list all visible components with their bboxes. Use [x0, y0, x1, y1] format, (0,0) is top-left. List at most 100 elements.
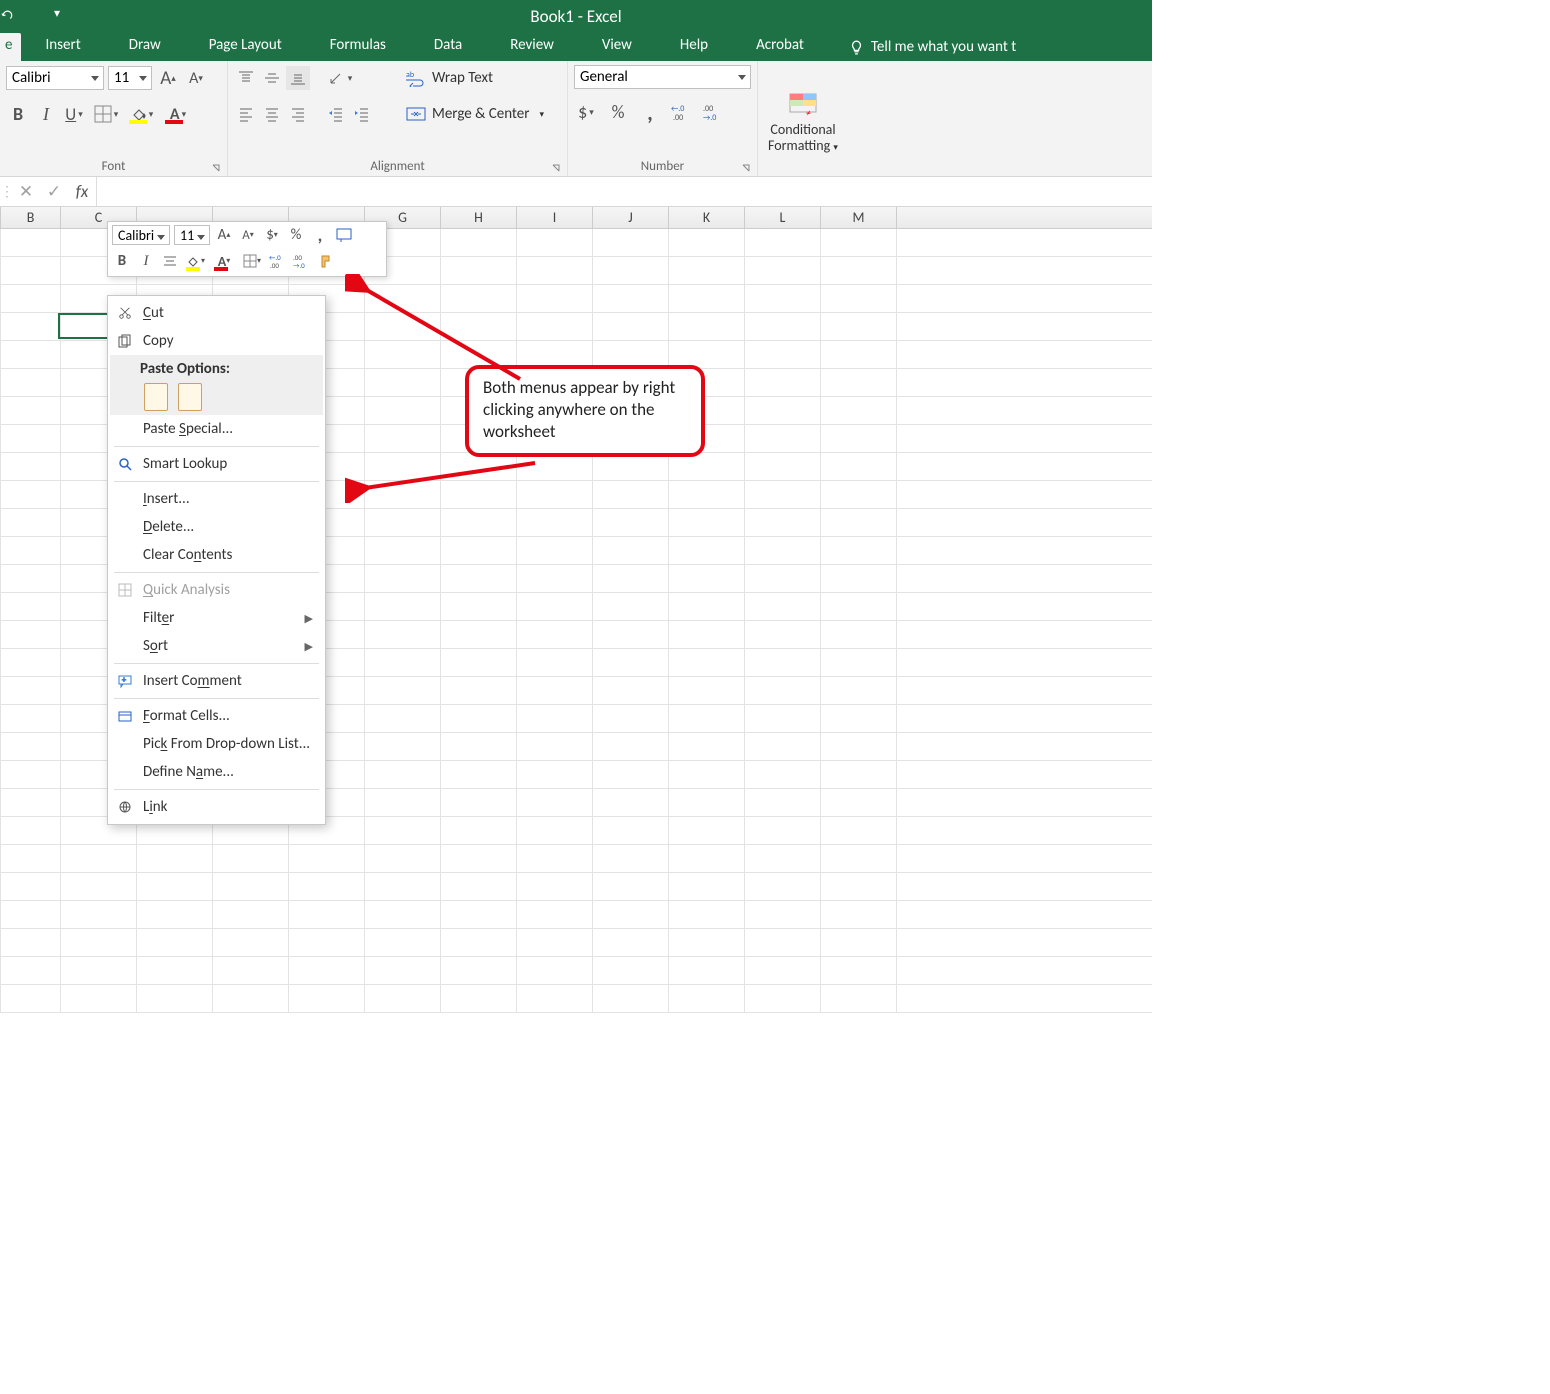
ctx-smart-lookup[interactable]: Smart Lookup: [110, 450, 323, 478]
fx-icon[interactable]: fx: [68, 181, 96, 202]
mini-decrease-decimal-icon[interactable]: .00→.0: [292, 249, 312, 273]
tab-page-layout[interactable]: Page Layout: [185, 33, 306, 61]
ctx-cut[interactable]: Cut: [110, 299, 323, 327]
grid-row[interactable]: [0, 929, 1152, 957]
mini-percent-icon[interactable]: %: [286, 223, 306, 247]
mini-bold-icon[interactable]: B: [112, 249, 132, 273]
grid-row[interactable]: [0, 873, 1152, 901]
search-icon: [116, 455, 134, 473]
ctx-define-name[interactable]: Define Name...: [110, 758, 323, 786]
quick-analysis-icon: [116, 581, 134, 599]
ctx-quick-analysis: Quick Analysis: [110, 576, 323, 604]
paste-option-1-icon[interactable]: [144, 383, 168, 411]
ctx-pick-from-list[interactable]: Pick From Drop-down List...: [110, 730, 323, 758]
wrap-text-button[interactable]: ab Wrap Text: [400, 65, 550, 91]
column-header[interactable]: I: [517, 207, 593, 228]
tab-formulas[interactable]: Formulas: [306, 33, 410, 61]
column-header[interactable]: K: [669, 207, 745, 228]
font-dialog-launcher-icon[interactable]: [211, 163, 221, 173]
tab-draw[interactable]: Draw: [105, 33, 185, 61]
font-name-combo[interactable]: Calibri: [6, 66, 104, 90]
mini-font-size-combo[interactable]: 11: [174, 225, 210, 245]
mini-italic-icon[interactable]: I: [136, 249, 156, 273]
mini-align-center-icon[interactable]: [160, 249, 180, 273]
column-header[interactable]: B: [1, 207, 61, 228]
mini-font-name-combo[interactable]: Calibri: [112, 225, 170, 245]
bold-icon[interactable]: B: [6, 102, 30, 126]
increase-decimal-icon[interactable]: ←.0.00: [670, 100, 694, 124]
wrap-text-label: Wrap Text: [432, 69, 493, 87]
accounting-format-icon[interactable]: $▾: [574, 100, 598, 124]
increase-indent-icon[interactable]: [350, 102, 374, 126]
column-header[interactable]: M: [821, 207, 897, 228]
orientation-icon[interactable]: ▾: [324, 66, 356, 90]
ctx-insert-comment[interactable]: + Insert Comment: [110, 667, 323, 695]
ctx-clear-contents[interactable]: Clear Contents: [110, 541, 323, 569]
grid-row[interactable]: [0, 957, 1152, 985]
tab-acrobat[interactable]: Acrobat: [732, 33, 828, 61]
tab-data[interactable]: Data: [410, 33, 486, 61]
mini-borders-icon[interactable]: ▾: [240, 249, 264, 273]
increase-font-size-icon[interactable]: A▴: [156, 66, 180, 90]
mini-format-painter-like-icon[interactable]: [334, 223, 354, 247]
font-size-combo[interactable]: 11: [108, 66, 152, 90]
font-color-icon[interactable]: A ▾: [162, 102, 194, 126]
align-top-icon[interactable]: [234, 66, 258, 90]
confirm-icon[interactable]: ✓: [40, 181, 68, 202]
tab-insert[interactable]: Insert: [21, 33, 104, 61]
grid-row[interactable]: [0, 845, 1152, 873]
mini-increase-decimal-icon[interactable]: ←.0.00: [268, 249, 288, 273]
mini-comma-icon[interactable]: ,: [310, 223, 330, 247]
cancel-icon[interactable]: ✕: [12, 181, 40, 202]
grid-row[interactable]: [0, 985, 1152, 1013]
ctx-link[interactable]: Link: [110, 793, 323, 821]
decrease-decimal-icon[interactable]: .00→.0: [702, 100, 726, 124]
align-center-icon[interactable]: [260, 102, 284, 126]
tell-me-search[interactable]: Tell me what you want t: [828, 33, 1016, 61]
tab-help[interactable]: Help: [656, 33, 732, 61]
mini-fill-color-icon[interactable]: ▾: [184, 249, 208, 273]
number-dialog-launcher-icon[interactable]: [741, 163, 751, 173]
ctx-filter[interactable]: Filter▶: [110, 604, 323, 632]
title-bar: ▾ Book1 - Excel: [0, 0, 1152, 33]
align-middle-icon[interactable]: [260, 66, 284, 90]
ctx-copy[interactable]: Copy: [110, 327, 323, 355]
percent-format-icon[interactable]: %: [606, 100, 630, 124]
ctx-paste-special[interactable]: Paste Special...: [110, 415, 323, 443]
column-header[interactable]: H: [441, 207, 517, 228]
mini-accounting-icon[interactable]: $▾: [262, 223, 282, 247]
tab-review[interactable]: Review: [486, 33, 578, 61]
formula-bar-handle-icon[interactable]: ⋮: [0, 183, 12, 200]
align-left-icon[interactable]: [234, 102, 258, 126]
merge-center-button[interactable]: Merge & Center ▾: [400, 101, 550, 127]
borders-icon[interactable]: ▾: [90, 102, 122, 126]
grid-row[interactable]: [0, 901, 1152, 929]
align-right-icon[interactable]: [286, 102, 310, 126]
comma-format-icon[interactable]: ,: [638, 100, 662, 124]
ctx-delete[interactable]: Delete...: [110, 513, 323, 541]
group-font-label: Font: [102, 159, 126, 174]
conditional-formatting-button[interactable]: ≠ Conditional Formatting ▾: [764, 65, 842, 153]
comment-icon: +: [116, 672, 134, 690]
underline-icon[interactable]: U▾: [62, 102, 86, 126]
paste-option-2-icon[interactable]: [178, 383, 202, 411]
tab-home-active[interactable]: e: [0, 33, 21, 61]
formula-input[interactable]: [96, 177, 1152, 206]
fill-color-icon[interactable]: ▾: [126, 102, 158, 126]
align-bottom-icon[interactable]: [286, 66, 310, 90]
mini-font-color-icon[interactable]: A▾: [212, 249, 236, 273]
ctx-insert[interactable]: Insert...: [110, 485, 323, 513]
ctx-format-cells[interactable]: Format Cells...: [110, 702, 323, 730]
mini-increase-font-icon[interactable]: A▴: [214, 223, 234, 247]
tab-view[interactable]: View: [578, 33, 656, 61]
italic-icon[interactable]: I: [34, 102, 58, 126]
ctx-sort[interactable]: Sort▶: [110, 632, 323, 660]
decrease-indent-icon[interactable]: [324, 102, 348, 126]
mini-format-painter-icon[interactable]: [316, 249, 336, 273]
decrease-font-size-icon[interactable]: A▾: [184, 66, 208, 90]
mini-decrease-font-icon[interactable]: A▾: [238, 223, 258, 247]
number-format-combo[interactable]: General: [574, 65, 751, 89]
column-header[interactable]: J: [593, 207, 669, 228]
column-header[interactable]: L: [745, 207, 821, 228]
alignment-dialog-launcher-icon[interactable]: [551, 163, 561, 173]
